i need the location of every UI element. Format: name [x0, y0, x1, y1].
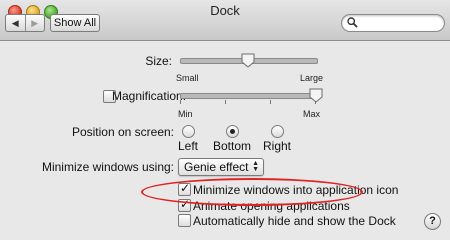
magnification-slider-track[interactable]: [180, 93, 318, 99]
show-all-button[interactable]: Show All: [50, 14, 100, 32]
magnification-min-label: Min: [178, 109, 193, 119]
back-arrow-icon: ◀: [11, 17, 19, 28]
tick-mark: [225, 100, 226, 104]
position-left-radio[interactable]: [182, 125, 195, 138]
minimize-into-icon-label: Minimize windows into application icon: [193, 183, 399, 197]
size-slider-knob[interactable]: [241, 53, 255, 68]
help-button[interactable]: ?: [424, 213, 441, 230]
search-field[interactable]: [341, 14, 445, 32]
position-right-label: Right: [262, 139, 291, 153]
size-max-label: Large: [300, 73, 324, 83]
minimize-into-icon-checkbox[interactable]: ✓: [178, 181, 191, 196]
forward-button[interactable]: ▶: [24, 15, 45, 31]
search-icon: [347, 17, 358, 28]
magnification-label: Magnification:: [112, 89, 187, 103]
animate-opening-checkbox[interactable]: ✓: [178, 197, 191, 212]
checkmark-icon: ✓: [180, 197, 191, 211]
auto-hide-dock-checkbox[interactable]: ✓: [178, 214, 191, 227]
position-bottom-radio[interactable]: [226, 125, 239, 138]
back-forward-control: ◀ ▶: [5, 14, 45, 32]
animate-opening-label: Animate opening applications: [193, 199, 350, 213]
minimize-using-label: Minimize windows using:: [41, 160, 174, 174]
magnification-ticks: [180, 100, 316, 104]
tick-mark: [180, 100, 181, 104]
auto-hide-dock-label: Automatically hide and show the Dock: [193, 214, 396, 228]
position-label: Position on screen:: [71, 125, 174, 139]
size-min-label: Small: [176, 73, 199, 83]
search-input[interactable]: [360, 16, 440, 30]
tick-mark: [270, 100, 271, 104]
position-right-radio[interactable]: [271, 125, 284, 138]
radio-dot: [230, 129, 235, 134]
magnification-slider-knob[interactable]: [309, 88, 323, 103]
title-bar: Dock ◀ ▶ Show All: [0, 0, 450, 41]
popup-arrows-icon: ▲ ▼: [252, 160, 259, 173]
forward-arrow-icon: ▶: [31, 17, 39, 28]
minimize-effect-value: Genie effect: [184, 160, 249, 174]
magnification-max-label: Max: [303, 109, 321, 119]
minimize-effect-popup[interactable]: Genie effect ▲ ▼: [178, 158, 264, 176]
size-label: Size:: [145, 54, 172, 68]
checkmark-icon: ✓: [180, 181, 191, 195]
back-button[interactable]: ◀: [6, 15, 25, 31]
dock-preferences-window: Dock ◀ ▶ Show All Size: Small Large ✓ Ma…: [0, 0, 450, 240]
